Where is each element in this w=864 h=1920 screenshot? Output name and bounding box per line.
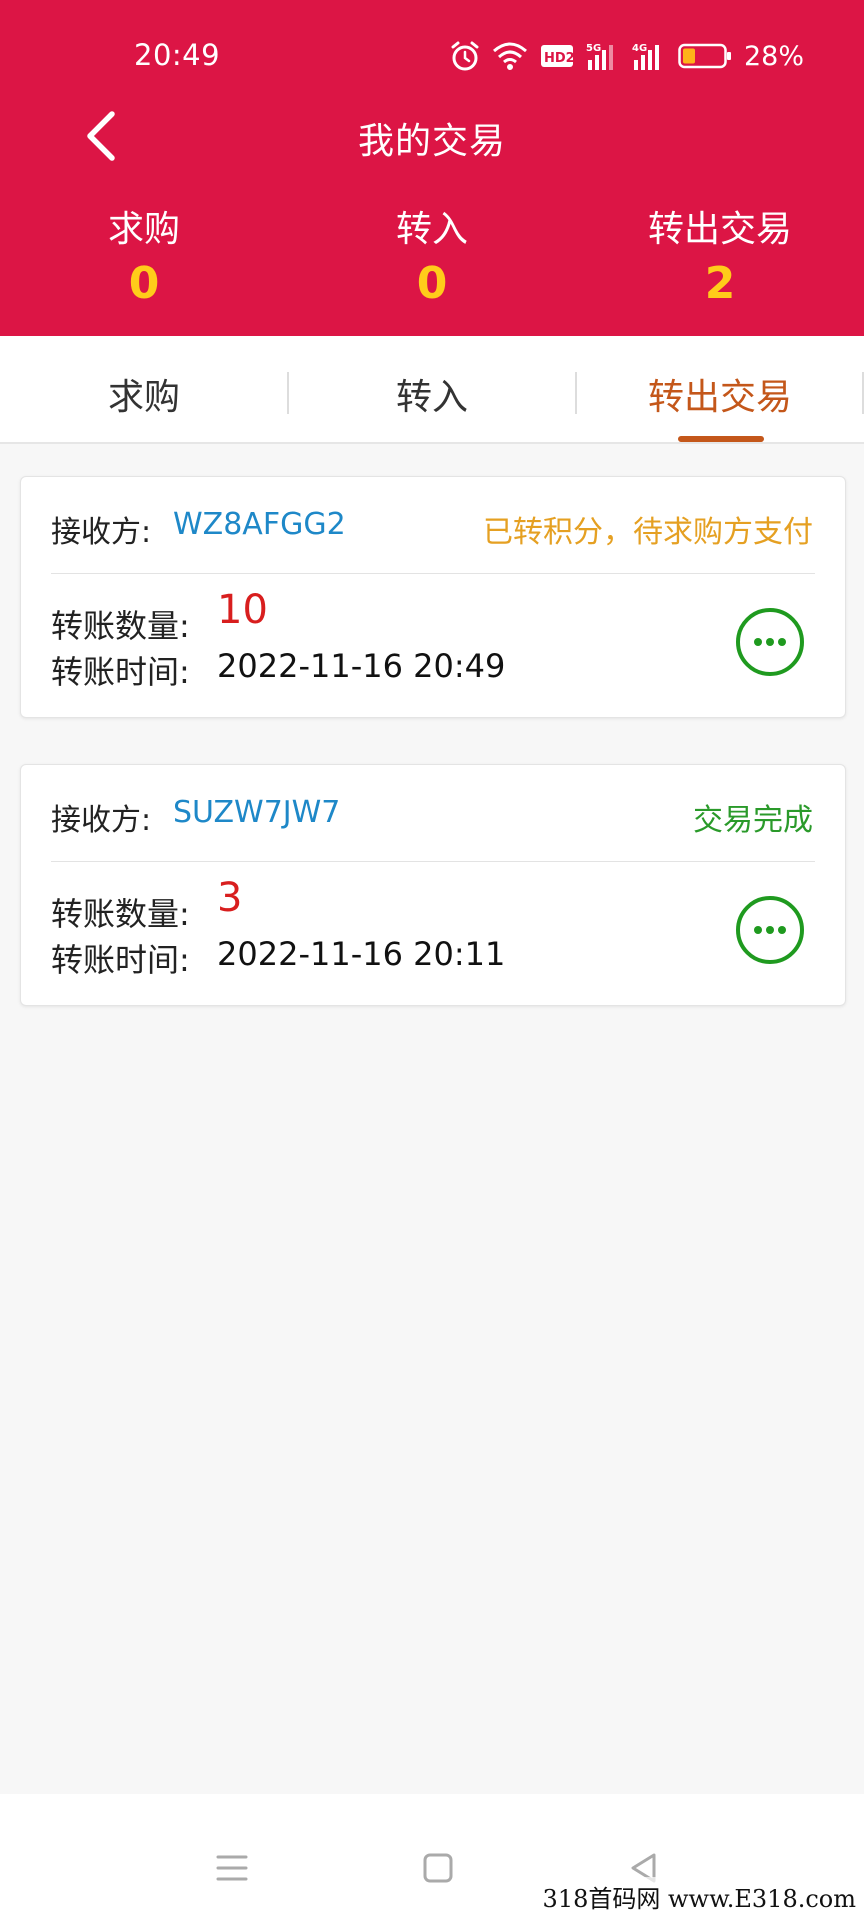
stat-value: 0 — [416, 258, 448, 309]
stat-purchase: 求购 0 — [0, 200, 288, 309]
svg-text:5G: 5G — [586, 43, 601, 54]
card-header: 接收方: SUZW7JW7 交易完成 — [21, 765, 845, 861]
more-options-icon[interactable] — [735, 895, 805, 965]
stats-summary: 求购 0 转入 0 转出交易 2 — [0, 200, 864, 320]
transaction-status: 已转积分，待求购方支付 — [483, 515, 813, 550]
receiver-label: 接收方: — [51, 803, 152, 838]
tab-transfer-in[interactable]: 转入 — [288, 336, 576, 442]
more-options-icon[interactable] — [735, 607, 805, 677]
transaction-status: 交易完成 — [693, 803, 813, 838]
tab-bar: 求购 转入 转出交易 — [0, 336, 864, 444]
amount-value: 3 — [217, 875, 243, 921]
menu-icon[interactable] — [212, 1848, 252, 1888]
receiver-id[interactable]: WZ8AFGG2 — [173, 507, 346, 542]
time-label: 转账时间: — [51, 941, 190, 979]
tab-purchase[interactable]: 求购 — [0, 336, 288, 442]
battery-percent: 28% — [743, 40, 804, 72]
status-bar: 20:49 HD2 5G 4G 28% — [0, 0, 864, 110]
stat-transfer-in: 转入 0 — [288, 200, 576, 309]
tab-label: 求购 — [107, 377, 180, 418]
stat-label: 求购 — [107, 209, 180, 250]
header: 20:49 HD2 5G 4G 28% 我的交易 求购 0 转入 0 转出交易 … — [0, 0, 864, 336]
nav-bar: 我的交易 — [0, 100, 864, 170]
svg-text:HD2: HD2 — [544, 51, 574, 66]
hd-icon: HD2 — [540, 45, 574, 67]
status-time: 20:49 — [134, 38, 221, 72]
transaction-card: 接收方: SUZW7JW7 交易完成 转账数量: 3 转账时间: 2022-11… — [20, 764, 846, 1006]
amount-value: 10 — [217, 587, 268, 633]
stat-value: 0 — [128, 258, 160, 309]
stat-value: 2 — [704, 258, 736, 309]
stat-transfer-out: 转出交易 2 — [576, 200, 864, 309]
signal-4g-icon: 4G — [632, 43, 659, 70]
home-icon[interactable] — [418, 1848, 458, 1888]
watermark: 318首码网 www.E318.com — [538, 1877, 860, 1916]
active-tab-indicator — [678, 436, 764, 442]
time-value: 2022-11-16 20:49 — [217, 647, 506, 685]
status-icons: HD2 5G 4G 28% — [450, 38, 804, 74]
time-label: 转账时间: — [51, 653, 190, 691]
signal-5g-icon: 5G — [586, 43, 613, 70]
amount-label: 转账数量: — [51, 895, 190, 933]
transaction-card: 接收方: WZ8AFGG2 已转积分，待求购方支付 转账数量: 10 转账时间:… — [20, 476, 846, 718]
svg-text:4G: 4G — [632, 43, 647, 54]
page-title: 我的交易 — [357, 121, 506, 162]
tab-label: 转入 — [395, 377, 468, 418]
alarm-icon — [451, 41, 479, 71]
amount-label: 转账数量: — [51, 607, 190, 645]
stat-label: 转出交易 — [647, 209, 792, 250]
receiver-label: 接收方: — [51, 515, 152, 550]
card-header: 接收方: WZ8AFGG2 已转积分，待求购方支付 — [21, 477, 845, 573]
battery-icon — [678, 43, 731, 69]
tab-transfer-out[interactable]: 转出交易 — [576, 336, 864, 442]
card-divider — [51, 861, 815, 862]
receiver-id[interactable]: SUZW7JW7 — [173, 795, 340, 830]
tab-label: 转出交易 — [647, 377, 792, 418]
wifi-icon — [492, 42, 527, 70]
stat-label: 转入 — [395, 209, 468, 250]
time-value: 2022-11-16 20:11 — [217, 935, 506, 973]
transaction-list: 接收方: WZ8AFGG2 已转积分，待求购方支付 转账数量: 10 转账时间:… — [0, 444, 864, 1794]
card-divider — [51, 573, 815, 574]
